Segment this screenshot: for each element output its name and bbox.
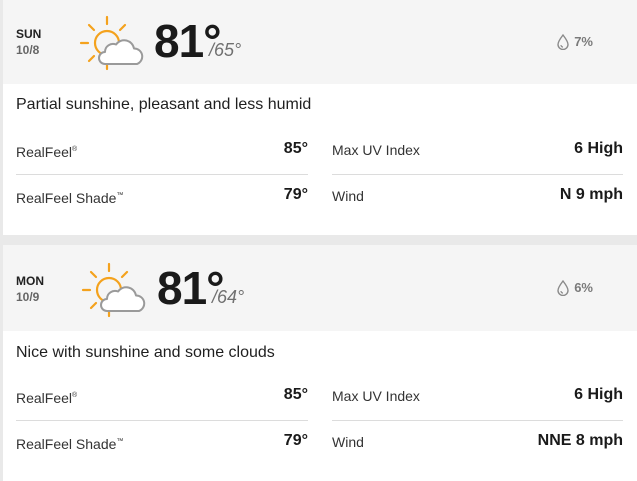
realfeel-label: RealFeel® [16,390,78,406]
uv-index-row: Max UV Index 6 High [332,129,623,175]
realfeel-shade-row: RealFeel Shade™ 79° [16,421,308,466]
day-of-week: SUN [16,27,42,41]
realfeel-shade-label: RealFeel Shade™ [16,436,124,452]
day-card-header: SUN 10/8 81° /65° 7% [3,0,637,84]
day-card-mon[interactable]: MON 10/9 81° /64° 6% Nice with sunshine … [3,245,637,481]
wind-value: N 9 mph [559,186,623,203]
uv-index-value: 6 High [574,386,623,403]
wind-row: Wind N 9 mph [332,175,623,220]
realfeel-row: RealFeel® 85° [16,375,308,421]
day-date: 10/8 [16,43,40,57]
realfeel-shade-value: 79° [283,186,308,203]
realfeel-row: RealFeel® 85° [16,129,308,175]
realfeel-shade-label: RealFeel Shade™ [16,190,124,206]
precipitation-probability: 7% [574,34,593,49]
wind-row: Wind NNE 8 mph [332,421,623,466]
forecast-phrase: Partial sunshine, pleasant and less humi… [16,96,312,113]
day-card-header: MON 10/9 81° /64° 6% [3,245,637,331]
day-card-sun[interactable]: SUN 10/8 81° /65° 7% Partial sunshine, p… [3,0,637,235]
precipitation-drop-icon [557,34,569,50]
wind-value: NNE 8 mph [537,432,623,449]
realfeel-shade-value: 79° [283,432,308,449]
realfeel-shade-row: RealFeel Shade™ 79° [16,175,308,220]
wind-label: Wind [332,188,364,204]
uv-index-label: Max UV Index [332,388,420,404]
uv-index-label: Max UV Index [332,142,420,158]
wind-label: Wind [332,434,364,450]
uv-index-value: 6 High [574,140,623,157]
day-date: 10/9 [16,290,40,304]
forecast-phrase: Nice with sunshine and some clouds [16,344,275,361]
precipitation-drop-icon [557,280,569,296]
day-of-week: MON [16,274,44,288]
precipitation-probability: 6% [574,280,593,295]
partly-sunny-icon [79,15,144,71]
low-temperature: /65° [209,40,242,60]
uv-index-row: Max UV Index 6 High [332,375,623,421]
partly-sunny-icon [81,262,146,318]
low-temperature: /64° [212,287,245,307]
realfeel-label: RealFeel® [16,144,78,160]
realfeel-value: 85° [283,386,308,403]
realfeel-value: 85° [283,140,308,157]
